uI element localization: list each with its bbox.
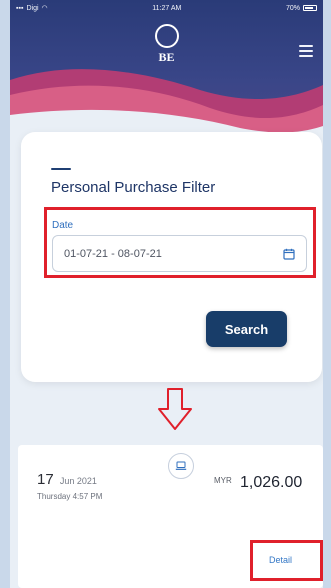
- result-date: 17 Jun 2021: [37, 471, 97, 488]
- hamburger-menu-icon[interactable]: [299, 45, 313, 57]
- logo-text: BE: [158, 50, 175, 64]
- date-range-value: 01-07-21 - 08-07-21: [64, 247, 162, 260]
- arrow-down-icon: [158, 388, 192, 430]
- result-amount: 1,026.00: [240, 474, 303, 491]
- detail-link[interactable]: Detail: [269, 555, 292, 565]
- result-currency: MYR: [214, 476, 232, 485]
- wifi-icon: ◠: [41, 5, 48, 12]
- status-right: 70%: [286, 5, 317, 12]
- signal-icon: ▪▪▪: [16, 4, 24, 12]
- status-left: ▪▪▪ Digi ◠: [16, 4, 48, 13]
- laptop-icon: [168, 453, 194, 479]
- purchase-filter-card: Personal Purchase Filter Date 01-07-21 -…: [21, 132, 322, 382]
- title-accent-line: [51, 168, 71, 170]
- purchase-result-card: 17 Jun 2021 Thursday 4:57 PM MYR 1,026.0…: [18, 445, 323, 588]
- mobile-screen: ▪▪▪ Digi ◠ 11:27 AM 70% BE Personal Purc…: [10, 0, 323, 588]
- search-button[interactable]: Search: [206, 311, 287, 347]
- result-day-number: 17: [37, 471, 54, 488]
- brand-logo: BE: [147, 24, 187, 74]
- date-range-input[interactable]: 01-07-21 - 08-07-21: [52, 235, 307, 272]
- logo-ring-icon: [154, 24, 179, 48]
- result-weekday-time: Thursday 4:57 PM: [37, 492, 103, 501]
- calendar-icon[interactable]: [283, 248, 295, 260]
- battery-percent: 70%: [285, 4, 300, 12]
- carrier-name: Digi: [26, 4, 39, 12]
- status-time: 11:27 AM: [152, 4, 182, 12]
- result-month-year: Jun 2021: [59, 476, 97, 486]
- battery-icon: [302, 5, 317, 11]
- filter-title: Personal Purchase Filter: [51, 179, 216, 196]
- status-bar: ▪▪▪ Digi ◠ 11:27 AM 70%: [10, 0, 323, 16]
- date-label: Date: [52, 220, 74, 231]
